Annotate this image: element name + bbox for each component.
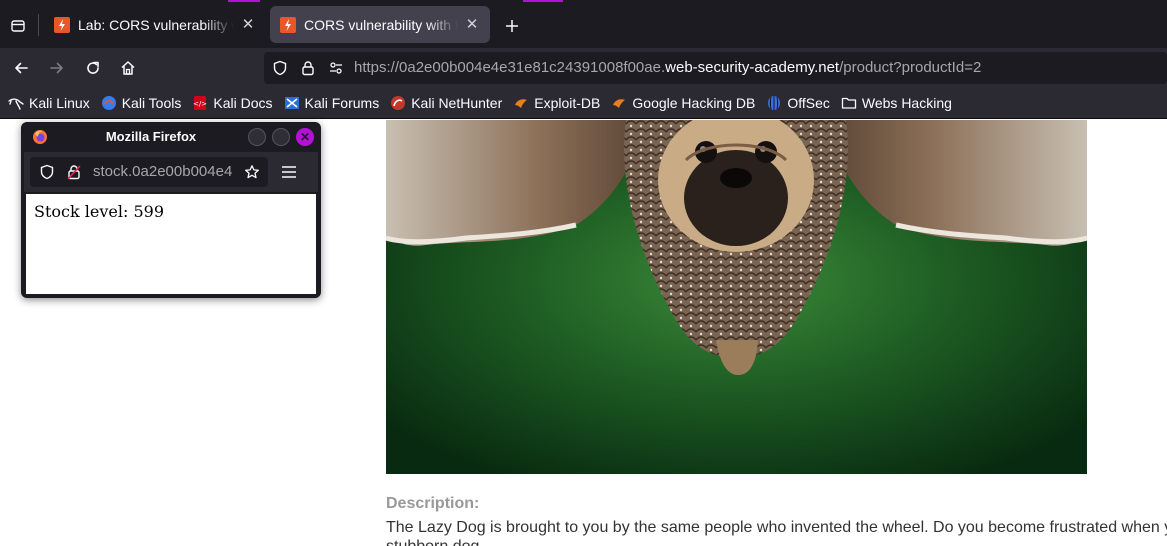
plus-icon (506, 20, 518, 32)
popup-url-text[interactable]: stock.0a2e00b004e4 (93, 163, 243, 180)
popup-address-bar[interactable]: stock.0a2e00b004e4 (30, 157, 268, 187)
permissions-icon[interactable] (328, 60, 344, 76)
description-text-continued: stubborn dog (386, 538, 479, 546)
new-tab-button[interactable] (498, 12, 526, 40)
home-button[interactable] (114, 54, 142, 82)
bookmark-kali-tools[interactable]: Kali Tools (101, 95, 182, 111)
offsec-icon (766, 95, 782, 111)
bookmark-offsec[interactable]: OffSec (766, 95, 830, 111)
close-tab-icon[interactable]: ✕ (240, 16, 256, 33)
minimize-button[interactable] (248, 128, 266, 146)
kali-dragon-icon (8, 95, 24, 111)
portswigger-icon (54, 16, 70, 33)
popup-title: Mozilla Firefox (105, 129, 197, 144)
back-button[interactable] (7, 54, 35, 82)
home-icon (121, 61, 135, 75)
bookmark-label: Kali Tools (121, 95, 182, 111)
bookmark-kali-linux[interactable]: Kali Linux (8, 95, 90, 111)
description-text: The Lazy Dog is brought to you by the sa… (386, 519, 1167, 536)
kali-docs-icon: </> (192, 95, 208, 111)
bookmark-exploit-db[interactable]: Exploit-DB (513, 95, 600, 111)
bookmark-label: Kali Linux (29, 95, 90, 111)
tab-title: CORS vulnerability with trusted insecure… (304, 16, 458, 33)
arrow-right-icon (50, 62, 63, 74)
kali-forums-icon (284, 95, 300, 111)
kali-tools-icon (101, 95, 117, 111)
url-path: /product?productId=2 (839, 59, 982, 76)
description-heading: Description: (386, 495, 480, 512)
tab-title: Lab: CORS vulnerability with trusted ins… (78, 16, 234, 33)
url-host: web-security-academy.net (665, 59, 840, 76)
bookmark-label: Kali Forums (304, 95, 380, 111)
folder-icon (841, 95, 857, 111)
portswigger-icon (280, 16, 296, 33)
close-window-button[interactable]: ✕ (296, 128, 314, 146)
arrow-left-icon (15, 62, 28, 74)
bookmark-google-hacking-db[interactable]: Google Hacking DB (611, 95, 755, 111)
url-text[interactable]: https://0a2e00b004e4e31e81c24391008f00ae… (354, 59, 981, 76)
maximize-button[interactable] (272, 128, 290, 146)
bookmark-label: Google Hacking DB (632, 95, 756, 111)
svg-text:</>: </> (193, 100, 207, 108)
close-tab-icon[interactable]: ✕ (464, 16, 480, 33)
stock-level-text: Stock level: 599 (34, 202, 164, 221)
popup-titlebar[interactable]: Mozilla Firefox ✕ (21, 122, 321, 152)
bookmark-kali-nethunter[interactable]: Kali NetHunter (390, 95, 502, 111)
tab-separator (38, 14, 39, 36)
pug-with-wings-illustration (386, 120, 1087, 474)
bookmark-label: Kali NetHunter (411, 95, 503, 111)
tab-lab[interactable]: Lab: CORS vulnerability with trusted ins… (44, 6, 266, 43)
shield-icon[interactable] (272, 60, 288, 76)
bookmark-label: Kali Docs (213, 95, 273, 111)
ghdb-icon (611, 95, 627, 111)
reload-icon (87, 61, 99, 74)
nethunter-icon (390, 95, 406, 111)
hamburger-menu-icon[interactable] (279, 162, 299, 182)
popup-toolbar: stock.0a2e00b004e4 (24, 152, 318, 192)
tab-cors-vulnerability[interactable]: CORS vulnerability with trusted insecure… (270, 6, 490, 43)
star-icon[interactable] (244, 164, 260, 180)
shield-icon[interactable] (39, 164, 55, 180)
firefox-popup-window[interactable]: Mozilla Firefox ✕ stock.0a2e00b004e4 Sto… (21, 122, 321, 298)
exploit-db-icon (513, 95, 529, 111)
bookmark-label: Exploit-DB (534, 95, 601, 111)
list-all-tabs-button[interactable] (4, 12, 32, 40)
popup-page-content: Stock level: 599 (26, 194, 316, 294)
url-prefix: https://0a2e00b004e4e31e81c24391008f00ae… (354, 59, 666, 76)
tab-strip: Lab: CORS vulnerability with trusted ins… (0, 0, 1167, 48)
bookmarks-toolbar: Kali Linux Kali Tools </> Kali Docs Kali… (0, 88, 1167, 119)
navigation-toolbar: https://0a2e00b004e4e31e81c24391008f00ae… (0, 48, 1167, 88)
tab-list-icon (11, 20, 25, 32)
bookmark-kali-forums[interactable]: Kali Forums (284, 95, 380, 111)
bookmark-label: OffSec (787, 95, 830, 111)
forward-button[interactable] (43, 54, 71, 82)
bookmark-kali-docs[interactable]: </> Kali Docs (192, 95, 272, 111)
address-bar[interactable]: https://0a2e00b004e4e31e81c24391008f00ae… (264, 52, 1167, 84)
reload-button[interactable] (79, 54, 107, 82)
tab-accent-line (228, 0, 260, 2)
bookmark-label: Webs Hacking (861, 95, 952, 111)
close-icon: ✕ (299, 130, 311, 144)
product-image-lazy-dog (386, 120, 1087, 474)
tab-accent-line (523, 0, 563, 2)
bookmark-folder-webs-hacking[interactable]: Webs Hacking (841, 95, 952, 111)
lock-icon[interactable] (300, 60, 316, 76)
insecure-lock-icon[interactable] (66, 164, 82, 180)
